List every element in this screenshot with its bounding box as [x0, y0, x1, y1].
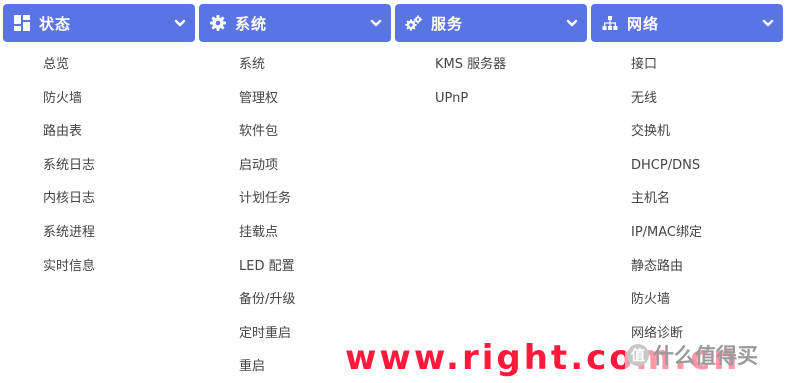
- gears-icon: [405, 14, 423, 32]
- menu-item[interactable]: LED 配置: [199, 250, 391, 284]
- menu-item[interactable]: 无线: [591, 82, 783, 116]
- menu-item[interactable]: 实时信息: [3, 250, 195, 284]
- watermark-brand-text: 什么值得买: [653, 344, 758, 368]
- menu-item[interactable]: 系统进程: [3, 216, 195, 250]
- menu-item[interactable]: 系统: [199, 48, 391, 82]
- dashboard-icon: [13, 14, 31, 32]
- menu-item[interactable]: 静态路由: [591, 250, 783, 284]
- menu-services: 服务 KMS 服务器 UPnP: [395, 4, 587, 115]
- menu-status: 状态 总览 防火墙 路由表 系统日志 内核日志 系统进程 实时信息: [3, 4, 195, 283]
- chevron-down-icon[interactable]: [565, 16, 579, 30]
- chevron-down-icon[interactable]: [173, 16, 187, 30]
- menu-header-services[interactable]: 服务: [395, 4, 587, 42]
- menu-item[interactable]: 启动项: [199, 149, 391, 183]
- menu-item[interactable]: 主机名: [591, 182, 783, 216]
- chevron-down-icon[interactable]: [761, 16, 775, 30]
- luci-menu-page: 状态 总览 防火墙 路由表 系统日志 内核日志 系统进程 实时信息 系统 系统 …: [0, 0, 788, 383]
- menu-item[interactable]: 总览: [3, 48, 195, 82]
- menu-item[interactable]: IP/MAC绑定: [591, 216, 783, 250]
- menu-header-system[interactable]: 系统: [199, 4, 391, 42]
- menu-item[interactable]: 接口: [591, 48, 783, 82]
- watermark-brand: 值 什么值得买: [625, 340, 760, 370]
- menu-title: 网络: [627, 14, 660, 33]
- menu-item[interactable]: 防火墙: [3, 82, 195, 116]
- menu-item[interactable]: 软件包: [199, 115, 391, 149]
- menu-title: 状态: [39, 14, 72, 33]
- menu-item[interactable]: 内核日志: [3, 182, 195, 216]
- menu-header-status[interactable]: 状态: [3, 4, 195, 42]
- menu-item[interactable]: 计划任务: [199, 182, 391, 216]
- menu-item[interactable]: 防火墙: [591, 283, 783, 317]
- chevron-down-icon[interactable]: [369, 16, 383, 30]
- watermark: www.right.com.cn 值 什么值得买: [345, 336, 760, 380]
- menu-network: 网络 接口 无线 交换机 DHCP/DNS 主机名 IP/MAC绑定 静态路由 …: [591, 4, 783, 350]
- menu-system: 系统 系统 管理权 软件包 启动项 计划任务 挂载点 LED 配置 备份/升级 …: [199, 4, 391, 383]
- menu-item[interactable]: 挂载点: [199, 216, 391, 250]
- gear-icon: [209, 14, 227, 32]
- menu-items-status: 总览 防火墙 路由表 系统日志 内核日志 系统进程 实时信息: [3, 48, 195, 283]
- menu-item[interactable]: 管理权: [199, 82, 391, 116]
- menu-title: 服务: [431, 14, 464, 33]
- brand-badge-icon: 值: [627, 344, 649, 366]
- menu-item[interactable]: 交换机: [591, 115, 783, 149]
- menu-item[interactable]: KMS 服务器: [395, 48, 587, 82]
- menu-item[interactable]: 系统日志: [3, 149, 195, 183]
- menu-title: 系统: [235, 14, 268, 33]
- menu-item[interactable]: UPnP: [395, 82, 587, 116]
- menu-items-network: 接口 无线 交换机 DHCP/DNS 主机名 IP/MAC绑定 静态路由 防火墙…: [591, 48, 783, 350]
- menu-item[interactable]: 路由表: [3, 115, 195, 149]
- menu-header-network[interactable]: 网络: [591, 4, 783, 42]
- sitemap-icon: [601, 14, 619, 32]
- menu-items-system: 系统 管理权 软件包 启动项 计划任务 挂载点 LED 配置 备份/升级 定时重…: [199, 48, 391, 383]
- menu-item[interactable]: DHCP/DNS: [591, 149, 783, 183]
- menu-items-services: KMS 服务器 UPnP: [395, 48, 587, 115]
- menu-item[interactable]: 备份/升级: [199, 283, 391, 317]
